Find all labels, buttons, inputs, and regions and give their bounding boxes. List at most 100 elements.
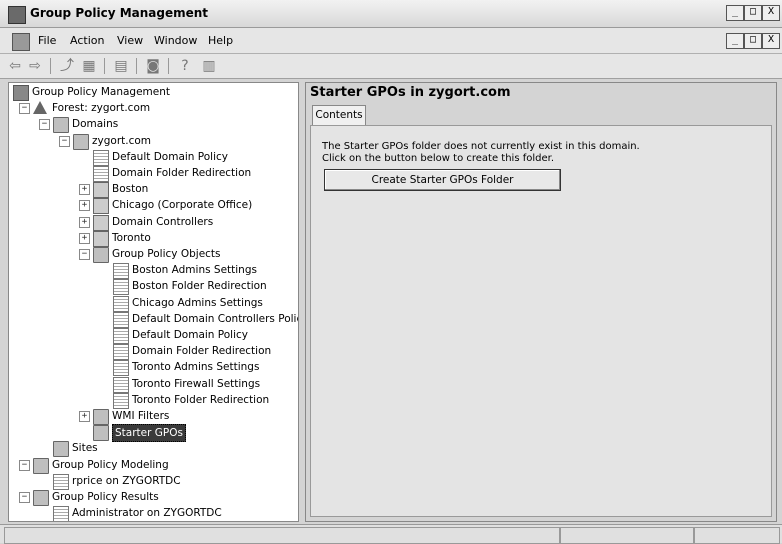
- gpo-icon: [113, 328, 129, 344]
- menu-bar: File Action View Window Help _ □ X: [0, 28, 782, 54]
- tree-item-label: Boston Admins Settings: [132, 264, 257, 277]
- doc-close-button[interactable]: X: [762, 33, 780, 49]
- console-menu-icon[interactable]: [12, 33, 30, 51]
- collapse-icon[interactable]: −: [19, 492, 30, 503]
- tree-item[interactable]: rprice on ZYGORTDC: [9, 473, 298, 490]
- minimize-button[interactable]: _: [726, 5, 744, 21]
- domain-icon: [73, 133, 89, 150]
- tree-item-label: Boston Folder Redirection: [132, 280, 267, 293]
- tree-item[interactable]: − Group Policy Modeling: [9, 457, 298, 474]
- sites-icon: [53, 441, 69, 458]
- forward-arrow-icon[interactable]: ⇨: [26, 57, 44, 75]
- close-button[interactable]: X: [762, 5, 780, 21]
- tree-item[interactable]: + Chicago (Corporate Office): [9, 197, 298, 215]
- tree-item[interactable]: Default Domain Controllers Policy: [9, 311, 298, 328]
- tree-item[interactable]: − zygort.com: [9, 133, 298, 150]
- menu-window[interactable]: Window: [154, 34, 197, 47]
- tree-item[interactable]: + Boston: [9, 181, 298, 199]
- tree-item-label: Chicago Admins Settings: [132, 296, 263, 309]
- tree-item-label: WMI Filters: [112, 410, 170, 422]
- toolbar-separator: [168, 58, 169, 74]
- tree-item-label: Toronto Firewall Settings: [132, 377, 261, 390]
- tree-item[interactable]: − Domains: [9, 116, 298, 134]
- tree-item[interactable]: Boston Folder Redirection: [9, 278, 298, 296]
- tree-item[interactable]: Domain Folder Redirection: [9, 165, 298, 182]
- tree-item[interactable]: Starter GPOs: [9, 424, 298, 443]
- tree-item[interactable]: + WMI Filters: [9, 408, 298, 425]
- tree-item-label: Sites: [72, 442, 98, 455]
- tree-item-label: Default Domain Policy: [132, 329, 248, 341]
- wmi-folder-icon: [93, 409, 109, 425]
- refresh-icon[interactable]: ◙: [144, 57, 162, 75]
- create-starter-gpos-folder-button[interactable]: Create Starter GPOs Folder: [324, 169, 561, 191]
- gpo-folder-icon: [93, 247, 109, 263]
- gpo-link-icon: [93, 166, 109, 182]
- tree-item[interactable]: Toronto Admins Settings: [9, 359, 298, 377]
- properties-icon[interactable]: ▤: [112, 57, 130, 75]
- tree-item[interactable]: Default Domain Policy: [9, 149, 298, 166]
- tree-item-label: Group Policy Management: [32, 86, 171, 98]
- status-panel: [4, 527, 560, 544]
- collapse-icon[interactable]: −: [39, 119, 50, 131]
- tree-item[interactable]: Boston Admins Settings: [9, 262, 298, 280]
- show-tree-icon[interactable]: ▦: [80, 57, 98, 75]
- tree-item-label: Group Policy Objects: [112, 248, 221, 260]
- tree-item[interactable]: + Toronto: [9, 230, 298, 247]
- status-panel: [560, 527, 694, 544]
- gpo-icon: [113, 344, 129, 361]
- expand-icon[interactable]: +: [79, 411, 90, 422]
- tree-item[interactable]: − Group Policy Objects: [9, 246, 298, 263]
- tree-item[interactable]: Administrator on ZYGORTDC: [9, 505, 298, 521]
- up-folder-icon[interactable]: ⤴: [58, 57, 76, 75]
- collapse-icon[interactable]: −: [19, 103, 30, 115]
- tree-item[interactable]: − Group Policy Results: [9, 489, 298, 506]
- results-query-icon: [53, 506, 69, 521]
- gpo-icon: [113, 263, 129, 280]
- details-pane: Starter GPOs in zygort.com Contents The …: [305, 82, 777, 522]
- maximize-button[interactable]: □: [744, 5, 762, 21]
- tree-item[interactable]: Toronto Folder Redirection: [9, 392, 298, 409]
- expand-icon[interactable]: +: [79, 200, 90, 212]
- tree-item-label: Domain Folder Redirection: [132, 345, 272, 358]
- tree-item-label: Group Policy Results: [52, 491, 159, 503]
- info-message-line2: Click on the button below to create this…: [322, 153, 555, 164]
- tab-contents[interactable]: Contents: [312, 105, 366, 125]
- tree-item[interactable]: Toronto Firewall Settings: [9, 376, 298, 393]
- tree-item[interactable]: Default Domain Policy: [9, 327, 298, 344]
- doc-minimize-button[interactable]: _: [726, 33, 744, 49]
- menu-view[interactable]: View: [117, 34, 143, 47]
- collapse-icon[interactable]: −: [79, 249, 90, 260]
- collapse-icon[interactable]: −: [19, 459, 30, 471]
- toolbar-separator: [104, 58, 105, 74]
- action-pane-icon[interactable]: ▥: [200, 57, 218, 75]
- console-tree: Group Policy Management − Forest: zygort.c…: [8, 82, 299, 522]
- menu-file[interactable]: File: [38, 34, 56, 47]
- tree-item[interactable]: Chicago Admins Settings: [9, 295, 298, 312]
- tree-item[interactable]: + Domain Controllers: [9, 214, 298, 231]
- tree-item[interactable]: Sites: [9, 440, 298, 458]
- menu-help[interactable]: Help: [208, 34, 233, 47]
- tree-item-label: zygort.com: [92, 134, 152, 147]
- tree-item-label: Domain Folder Redirection: [112, 167, 252, 179]
- tree-item[interactable]: Domain Folder Redirection: [9, 343, 298, 361]
- doc-restore-button[interactable]: □: [744, 33, 762, 49]
- collapse-icon[interactable]: −: [59, 135, 70, 147]
- gpo-icon: [113, 376, 129, 393]
- title-bar: Group Policy Management _ □ X: [0, 0, 782, 28]
- app-icon: [8, 6, 26, 24]
- expand-icon[interactable]: +: [79, 184, 90, 196]
- tree-item-label: Forest: zygort.com: [52, 102, 151, 115]
- modeling-query-icon: [53, 473, 69, 490]
- tree-item-label: Domains: [72, 118, 119, 131]
- tree-item[interactable]: − Forest: zygort.com: [9, 100, 298, 116]
- back-arrow-icon[interactable]: ⇦: [6, 57, 24, 75]
- help-icon[interactable]: ?: [176, 57, 194, 75]
- pane-title: Starter GPOs in zygort.com: [310, 85, 511, 100]
- expand-icon[interactable]: +: [79, 216, 90, 228]
- tree-item-label: Default Domain Policy: [112, 150, 228, 163]
- menu-action[interactable]: Action: [70, 34, 104, 47]
- expand-icon[interactable]: +: [79, 232, 90, 244]
- gpo-link-icon: [93, 149, 109, 166]
- tree-item[interactable]: Group Policy Management: [9, 84, 298, 101]
- toolbar: ⇦ ⇨ ⤴ ▦ ▤ ◙ ? ▥: [0, 54, 782, 79]
